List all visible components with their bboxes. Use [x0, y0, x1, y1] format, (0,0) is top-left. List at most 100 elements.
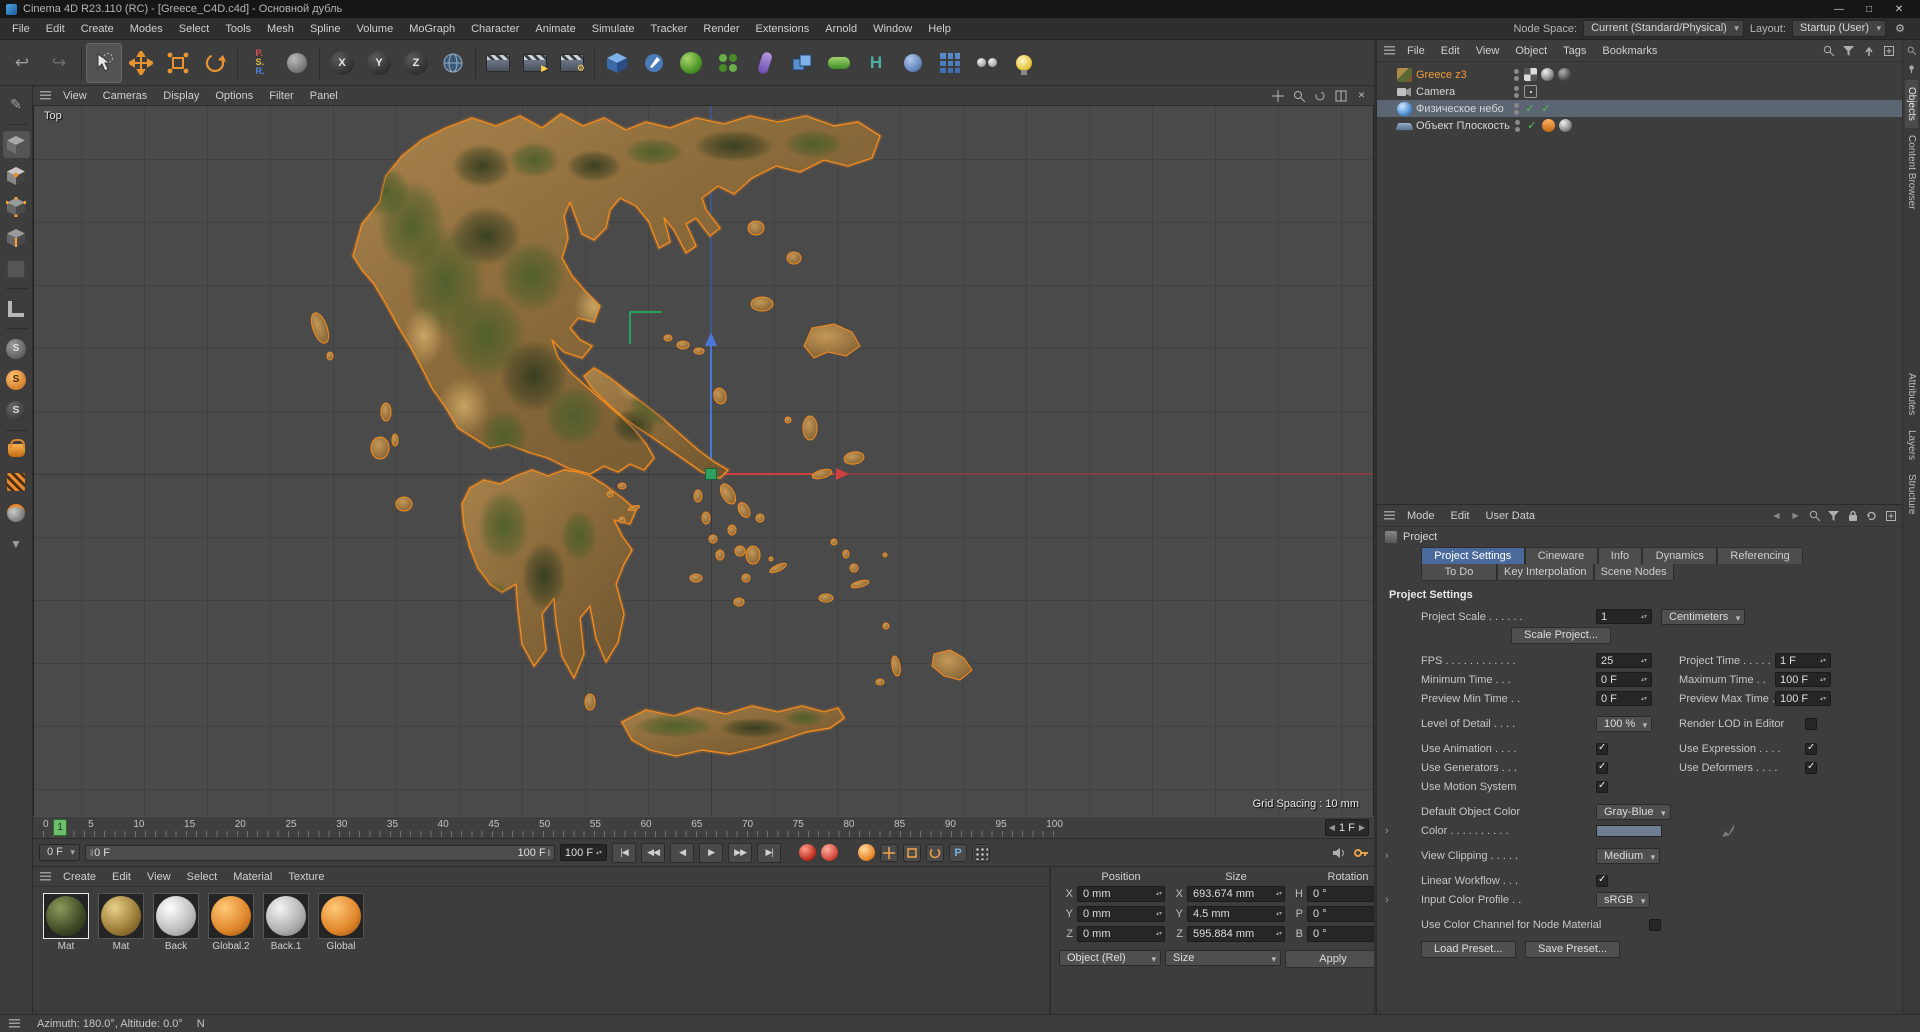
record-keyframe-button[interactable]	[799, 844, 817, 861]
menu-spline[interactable]: Spline	[302, 18, 349, 40]
material-menu-view[interactable]: View	[140, 867, 178, 887]
menu-character[interactable]: Character	[463, 18, 527, 40]
menu-simulate[interactable]: Simulate	[584, 18, 643, 40]
greece-terrain-object[interactable]	[34, 106, 1373, 816]
keyframe-selection-button[interactable]	[858, 844, 876, 861]
drop-to-floor-button[interactable]: ▼	[3, 530, 30, 557]
menu-select[interactable]: Select	[171, 18, 218, 40]
render-settings-button[interactable]: ⚙	[554, 43, 590, 83]
viewport-menu-display[interactable]: Display	[156, 86, 206, 106]
use-animation-checkbox[interactable]	[1596, 742, 1608, 755]
attr-add-icon[interactable]	[1883, 508, 1898, 523]
material-menu-create[interactable]: Create	[56, 867, 103, 887]
preview-max-field[interactable]: 100 F ▴▾	[1775, 691, 1831, 706]
goto-start-button[interactable]: |◀	[612, 842, 637, 863]
tab-todo[interactable]: To Do	[1421, 564, 1497, 581]
om-add-icon[interactable]	[1881, 43, 1896, 58]
project-time-field[interactable]: 1 F ▴▾	[1775, 653, 1831, 668]
project-scale-field[interactable]: 1 ▴▾	[1596, 609, 1652, 624]
tab-key-interpolation[interactable]: Key Interpolation	[1497, 564, 1594, 581]
enabled-check-icon[interactable]: ✓	[1540, 102, 1552, 115]
layout-gear-icon[interactable]: ⚙	[1892, 21, 1908, 37]
position-z-field[interactable]: 0 mm ▴▾	[1077, 926, 1165, 942]
uv-sphere-button[interactable]	[3, 499, 30, 526]
volume-menu[interactable]	[784, 43, 820, 83]
object-name[interactable]: Физическое небо	[1416, 103, 1508, 115]
spline-pen-menu[interactable]	[636, 43, 672, 83]
object-name[interactable]: Camera	[1416, 86, 1508, 98]
om-menu-tags[interactable]: Tags	[1556, 40, 1593, 62]
use-expression-checkbox[interactable]	[1805, 742, 1817, 755]
om-menu-edit[interactable]: Edit	[1434, 40, 1467, 62]
parameter-keys-toggle[interactable]: P	[949, 843, 968, 862]
live-selection-tool[interactable]	[86, 42, 122, 83]
menu-animate[interactable]: Animate	[527, 18, 583, 40]
input-profile-dropdown[interactable]: sRGB	[1596, 891, 1651, 908]
om-path-up-icon[interactable]	[1861, 43, 1876, 58]
tab-project-settings[interactable]: Project Settings	[1421, 547, 1525, 564]
material-thumbnail[interactable]	[98, 893, 144, 939]
render-view-button[interactable]	[480, 43, 516, 83]
object-row-greece[interactable]: Greece z3	[1377, 66, 1902, 83]
tab-info[interactable]: Info	[1597, 547, 1643, 564]
material-menu-select[interactable]: Select	[180, 867, 225, 887]
use-motion-checkbox[interactable]	[1596, 780, 1608, 793]
preview-min-field[interactable]: 0 F ▴▾	[1596, 691, 1652, 706]
hair-menu[interactable]: H	[858, 43, 894, 83]
material-item[interactable]: Mat	[96, 893, 146, 952]
dock-tab-content-browser[interactable]: Content Browser	[1905, 128, 1918, 216]
position-y-field[interactable]: 0 mm ▴▾	[1077, 906, 1165, 922]
compositing-tag-icon[interactable]	[1541, 119, 1555, 132]
object-row-physical-sky[interactable]: Физическое небо ✓ ✓	[1377, 100, 1902, 117]
light-menu[interactable]	[1006, 43, 1042, 83]
om-menu-bookmarks[interactable]: Bookmarks	[1595, 40, 1664, 62]
goto-end-button[interactable]: ▶|	[757, 842, 782, 863]
tracker-menu[interactable]	[969, 43, 1005, 83]
attr-menu-userdata[interactable]: User Data	[1479, 505, 1543, 527]
position-x-field[interactable]: 0 mm ▴▾	[1077, 886, 1165, 902]
key-options-button[interactable]	[1353, 845, 1368, 860]
range-end-spinner[interactable]: 100 F ▴▾	[559, 844, 608, 861]
size-mode-dropdown[interactable]: Size	[1165, 950, 1281, 966]
menu-mesh[interactable]: Mesh	[259, 18, 302, 40]
fps-field[interactable]: 25 ▴▾	[1596, 653, 1652, 668]
material-menu-material[interactable]: Material	[226, 867, 279, 887]
dock-search-icon[interactable]	[1905, 44, 1918, 57]
current-frame-spinner[interactable]: ◀ 1 F ▶	[1324, 819, 1369, 836]
minimum-time-field[interactable]: 0 F ▴▾	[1596, 672, 1652, 687]
viewport-menu-cameras[interactable]: Cameras	[96, 86, 155, 106]
texture-tag-icon[interactable]	[1524, 68, 1537, 81]
timeline-playhead[interactable]: 1	[53, 819, 67, 836]
material-tag-icon[interactable]	[1558, 119, 1572, 132]
menu-mograph[interactable]: MoGraph	[401, 18, 463, 40]
scale-keys-toggle[interactable]	[903, 843, 922, 862]
tab-cineware[interactable]: Cineware	[1524, 547, 1598, 564]
field-menu[interactable]	[821, 43, 857, 83]
title-bar[interactable]: Cinema 4D R23.110 (RC) - [Greece_C4D.c4d…	[0, 0, 1920, 18]
attr-sync-icon[interactable]	[1864, 508, 1879, 523]
attribute-panel-menu-icon[interactable]	[1384, 511, 1395, 520]
rotate-tool[interactable]	[197, 43, 233, 83]
history-back-icon[interactable]: ◀	[1769, 508, 1784, 523]
dock-tab-layers[interactable]: Layers	[1905, 423, 1918, 467]
view-clipping-expand-icon[interactable]: ›	[1385, 850, 1389, 862]
menu-file[interactable]: File	[4, 18, 38, 40]
cloner-menu[interactable]	[932, 43, 968, 83]
material-thumbnail[interactable]	[153, 893, 199, 939]
texture-mode-button[interactable]	[3, 162, 30, 189]
tab-referencing[interactable]: Referencing	[1717, 547, 1803, 564]
dock-pin-icon[interactable]	[1905, 62, 1918, 75]
attr-filter-icon[interactable]	[1826, 508, 1841, 523]
scale-project-button[interactable]: Scale Project...	[1511, 627, 1611, 644]
make-editable-button[interactable]: ✎	[3, 91, 30, 118]
size-z-field[interactable]: 595.884 mm ▴▾	[1187, 926, 1285, 942]
om-menu-object[interactable]: Object	[1508, 40, 1554, 62]
island-rhodes[interactable]	[931, 649, 973, 681]
snap-off-button[interactable]: S	[3, 335, 30, 362]
play-button[interactable]: ▶	[699, 842, 724, 863]
menu-create[interactable]: Create	[73, 18, 122, 40]
edges-mode-button[interactable]	[3, 224, 30, 251]
coordinate-mode-dropdown[interactable]: Object (Rel)	[1059, 950, 1161, 966]
layout-dropdown[interactable]: Startup (User)	[1791, 20, 1886, 37]
tab-scene-nodes[interactable]: Scene Nodes	[1593, 564, 1674, 581]
